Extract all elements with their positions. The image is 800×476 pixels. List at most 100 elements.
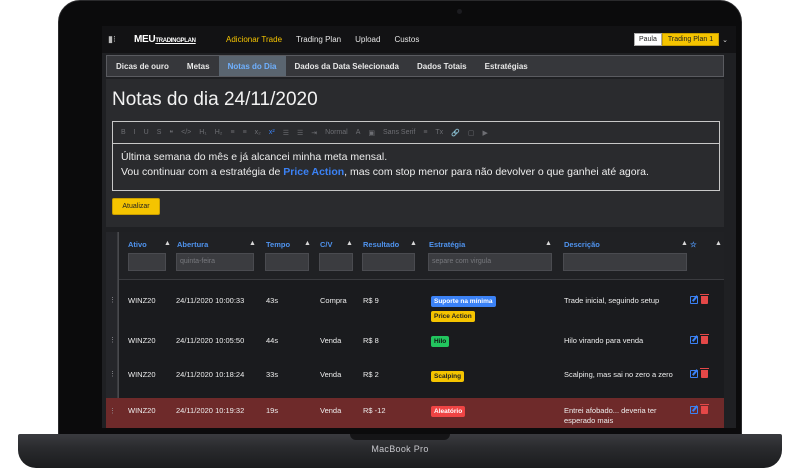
strike-icon[interactable]: S	[157, 129, 162, 136]
sidebar-toggle-icon[interactable]: ▮⁝	[108, 34, 118, 44]
size-select[interactable]: Normal	[325, 129, 348, 136]
quote-icon[interactable]: ❝	[169, 129, 173, 137]
tab-dados-data-selecionada[interactable]: Dados da Data Selecionada	[286, 56, 408, 76]
tab-dicas-de-ouro[interactable]: Dicas de ouro	[107, 56, 178, 76]
edit-icon[interactable]	[690, 336, 698, 344]
trash-icon[interactable]	[700, 368, 709, 378]
table-row[interactable]: ⋮ WINZ20 24/11/2020 10:00:33 43s Compra …	[106, 288, 724, 328]
filter-tempo[interactable]	[265, 253, 309, 271]
table-header: Ativo ▲ Abertura ▲ Tempo ▲ C/V ▲ Resulta…	[118, 232, 724, 280]
sort-icon[interactable]: ▲	[249, 240, 256, 247]
filter-estrategia[interactable]: separe com virgula	[428, 253, 552, 271]
nav-link-custos[interactable]: Custos	[394, 35, 419, 44]
highlight-text: Price Action	[283, 166, 345, 178]
camera-icon	[457, 9, 462, 14]
sort-icon[interactable]: ▲	[304, 240, 311, 247]
trash-icon[interactable]	[700, 404, 709, 414]
strategy-badge: Aleatório	[431, 406, 466, 417]
drag-handle-icon[interactable]: ⋮	[109, 371, 116, 378]
filter-cv[interactable]	[319, 253, 353, 271]
sort-icon[interactable]: ▲	[715, 240, 722, 247]
bold-icon[interactable]: B	[121, 129, 126, 136]
drag-handle-icon[interactable]: ⋮	[109, 337, 116, 344]
filter-descricao[interactable]	[563, 253, 687, 271]
tab-metas[interactable]: Metas	[178, 56, 219, 76]
user-menu[interactable]: Paula Trading Plan 1 ⌄	[633, 33, 728, 46]
page-title: Notas do dia 24/11/2020	[112, 89, 318, 110]
heading2-icon[interactable]: H₂	[215, 129, 223, 136]
column-header-ativo[interactable]: Ativo	[128, 240, 147, 249]
column-header-resultado[interactable]: Resultado	[363, 240, 399, 249]
editor-toolbar: B I U S ❝ </> H₁ H₂ ≡ ≡ x₂ x² ☰ ☰ ⇥ Norm…	[113, 122, 719, 144]
sort-icon[interactable]: ▲	[545, 240, 552, 247]
plan-selector[interactable]: Trading Plan 1	[661, 33, 720, 46]
video-icon[interactable]: ▶	[483, 129, 488, 137]
notes-panel: Notas do dia 24/11/2020 B I U S ❝ </> H₁…	[106, 79, 724, 227]
tab-notas-do-dia[interactable]: Notas do Dia	[218, 56, 286, 76]
note-line-1: Última semana do mês e já alcancei minha…	[121, 151, 388, 163]
image-icon[interactable]: ▢	[468, 129, 475, 137]
strategy-badge: Price Action	[431, 311, 475, 322]
edit-icon[interactable]	[690, 406, 698, 414]
tab-dados-totais[interactable]: Dados Totais	[408, 56, 476, 76]
trades-table: Ativo ▲ Abertura ▲ Tempo ▲ C/V ▲ Resulta…	[106, 232, 724, 428]
filter-ativo[interactable]	[128, 253, 166, 271]
section-tabs: Dicas de ouro Metas Notas do Dia Dados d…	[106, 55, 724, 77]
nav-link-adicionar-trade[interactable]: Adicionar Trade	[226, 35, 282, 44]
font-color-icon[interactable]: A	[356, 129, 361, 136]
bullet-list-icon[interactable]: ≡	[243, 129, 247, 136]
table-row[interactable]: ⋮ WINZ20 24/11/2020 10:19:32 19s Venda R…	[106, 398, 724, 428]
heading1-icon[interactable]: H₁	[199, 129, 206, 136]
editor-content[interactable]: Última semana do mês e já alcancei minha…	[113, 144, 719, 186]
underline-icon[interactable]: U	[144, 129, 149, 136]
notes-editor[interactable]: B I U S ❝ </> H₁ H₂ ≡ ≡ x₂ x² ☰ ☰ ⇥ Norm…	[112, 121, 720, 191]
code-icon[interactable]: </>	[181, 129, 191, 136]
column-header-tempo[interactable]: Tempo	[266, 240, 290, 249]
italic-icon[interactable]: I	[134, 129, 136, 136]
laptop-frame: MacBook Pro ▮⁝ MEUTRADINGPLAN Adicionar …	[0, 0, 800, 476]
background-color-icon[interactable]: ▣	[368, 129, 375, 137]
edit-icon[interactable]	[690, 296, 698, 304]
drag-handle-icon[interactable]: ⋮	[109, 408, 116, 415]
chevron-down-icon[interactable]: ⌄	[722, 36, 728, 44]
table-row[interactable]: ⋮ WINZ20 24/11/2020 10:05:50 44s Venda R…	[106, 328, 724, 362]
nav-link-upload[interactable]: Upload	[355, 35, 380, 44]
align-icon[interactable]: ≡	[423, 129, 427, 136]
column-header-cv[interactable]: C/V	[320, 240, 333, 249]
sort-icon[interactable]: ▲	[346, 240, 353, 247]
nav-links: Adicionar Trade Trading Plan Upload Cust…	[226, 35, 419, 44]
trash-icon[interactable]	[700, 294, 709, 304]
filter-resultado[interactable]	[362, 253, 415, 271]
app-logo[interactable]: MEUTRADINGPLAN	[134, 34, 196, 45]
font-family-select[interactable]: Sans Serif	[383, 129, 415, 136]
indent-icon[interactable]: ⇥	[311, 129, 317, 137]
column-header-descricao[interactable]: Descrição	[564, 240, 600, 249]
table-row[interactable]: ⋮ WINZ20 24/11/2020 10:18:24 33s Venda R…	[106, 362, 724, 398]
column-header-abertura[interactable]: Abertura	[177, 240, 208, 249]
column-header-estrategia[interactable]: Estratégia	[429, 240, 465, 249]
align-left-icon[interactable]: ☰	[283, 129, 289, 137]
strategy-badge: Suporte na mínima	[431, 296, 496, 307]
update-button[interactable]: Atualizar	[112, 198, 160, 215]
superscript-icon[interactable]: x²	[269, 129, 275, 136]
subscript-icon[interactable]: x₂	[255, 129, 261, 136]
laptop-base: MacBook Pro	[18, 434, 782, 468]
note-line-2: Vou continuar com a estratégia de Price …	[121, 166, 649, 178]
filter-abertura[interactable]: quinta-feira	[176, 253, 254, 271]
app-screen: ▮⁝ MEUTRADINGPLAN Adicionar Trade Tradin…	[102, 26, 736, 428]
tab-estrategias[interactable]: Estratégias	[476, 56, 537, 76]
nav-link-trading-plan[interactable]: Trading Plan	[296, 35, 341, 44]
link-icon[interactable]: 🔗	[451, 129, 460, 137]
drag-handle-icon[interactable]: ⋮	[109, 297, 116, 304]
sort-icon[interactable]: ▲	[410, 240, 417, 247]
user-name[interactable]: Paula	[633, 33, 662, 46]
clear-format-icon[interactable]: Tx	[435, 129, 443, 136]
edit-icon[interactable]	[690, 370, 698, 378]
trash-icon[interactable]	[700, 334, 709, 344]
align-right-icon[interactable]: ☰	[297, 129, 303, 137]
ordered-list-icon[interactable]: ≡	[230, 129, 234, 136]
sort-icon[interactable]: ▲	[164, 240, 171, 247]
star-icon[interactable]: ☆	[690, 240, 697, 249]
device-label: MacBook Pro	[371, 444, 429, 454]
sort-icon[interactable]: ▲	[681, 240, 688, 247]
